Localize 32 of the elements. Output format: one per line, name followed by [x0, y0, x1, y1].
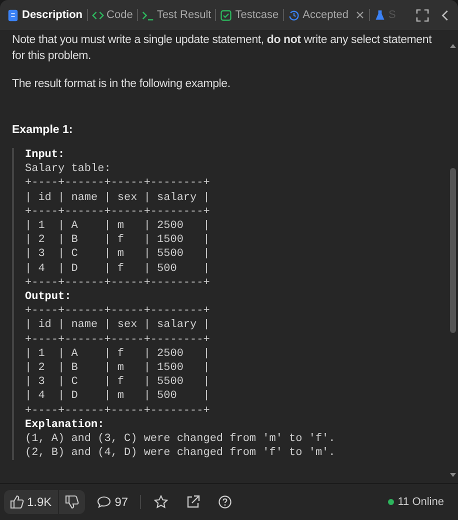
panel-tab[interactable]: Testcase [219, 4, 280, 26]
example-title: Example 1: [12, 123, 74, 138]
panel-tab[interactable]: Code [90, 4, 134, 26]
code-line: +----+------+-----+--------+ [25, 204, 211, 220]
code-line: | 4 | D | f | 500 | [25, 262, 211, 276]
example-label: Input: [25, 148, 66, 162]
code-line: +----+------+-----+--------+ [25, 176, 211, 191]
code-line: | 4 | D | m | 500 | [25, 389, 211, 404]
example-label: Explanation: [25, 418, 106, 432]
code-line: | 1 | A | m | 2500 | [25, 219, 211, 234]
code-line: | 1 | A | f | 2500 | [25, 346, 211, 362]
description-text: Note that you must write a single update statement, do not write any select statement for this problem. [12, 33, 433, 64]
online-count: 11 Online [398, 496, 444, 508]
code-line: | id | name | sex | salary | [25, 190, 211, 205]
panel-tab[interactable]: Accepted [286, 4, 366, 26]
code-line: +----+------+-----+--------+ [25, 332, 211, 347]
code-line: (1, A) and (3, C) were changed from 'm' to 'f'. [25, 432, 336, 446]
code-line: +----+------+-----+--------+ [25, 304, 211, 318]
panel-tab[interactable]: Test Result [140, 4, 212, 26]
description-text: The result format is in the following example. [12, 77, 232, 92]
code-line: +----+------+-----+--------+ [25, 404, 211, 418]
code-line: | id | name | sex | salary | [25, 318, 211, 333]
code-line: | 3 | C | f | 5500 | [25, 375, 211, 390]
panel-tab[interactable]: Description [6, 4, 84, 26]
code-line: | 2 | B | f | 1500 | [25, 233, 211, 248]
code-line: Salary table: [25, 162, 112, 176]
comments-button[interactable]: 97 [92, 495, 132, 509]
code-line: (2, B) and (4, D) were changed from 'f' to 'm'. [25, 446, 336, 460]
code-line: | 3 | C | m | 5500 | [25, 247, 211, 262]
example-label: Output: [25, 290, 72, 304]
code-line: +----+------+-----+--------+ [25, 276, 211, 290]
code-line: | 2 | B | m | 1500 | [25, 361, 211, 376]
